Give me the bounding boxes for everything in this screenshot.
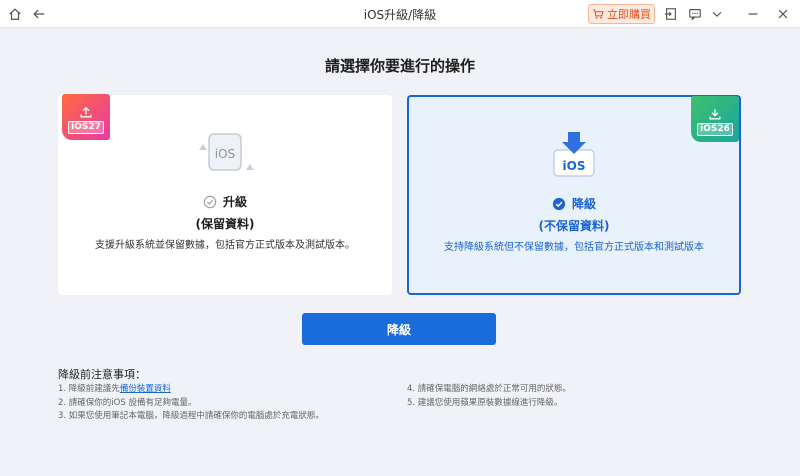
note-item: 1. 降級前建議先備份裝置資料	[58, 383, 324, 397]
back-arrow-icon[interactable]	[30, 5, 48, 23]
ios27-badge: iOS27	[62, 94, 110, 140]
window-title: iOS升級/降級	[363, 8, 437, 22]
notes-right-list: 4. 請確保電腦的網絡處於正常可用的狀態。 5. 建議您使用蘋果原裝數據線進行降…	[407, 383, 571, 410]
notes-left-list: 1. 降級前建議先備份裝置資料 2. 請確保你的iOS 設備有足夠電量。 3. …	[58, 383, 324, 424]
login-icon[interactable]	[662, 5, 680, 23]
note-item: 3. 如果您使用筆記本電腦，降級過程中請確保你的電腦處於充電狀態。	[58, 411, 324, 421]
cart-icon	[593, 9, 604, 19]
downgrade-title: 降級	[409, 195, 739, 212]
ios-upgrade-icon: iOS	[193, 128, 257, 178]
note-item: 5. 建議您使用蘋果原裝數據線進行降級。	[407, 397, 563, 408]
svg-text:iOS: iOS	[563, 159, 586, 173]
download-icon	[709, 109, 721, 120]
close-icon[interactable]	[774, 5, 792, 23]
downgrade-button[interactable]: 降級	[302, 313, 496, 345]
upgrade-description: 支援升級系統並保留數據，包括官方正式版本及測試版本。	[95, 240, 355, 251]
svg-text:iOS: iOS	[215, 147, 235, 161]
title-bar: iOS升級/降級 立即購買	[0, 0, 800, 28]
note-item: 2. 請確保你的iOS 設備有足夠電量。	[58, 397, 197, 408]
home-icon[interactable]	[6, 5, 24, 23]
buy-now-button[interactable]: 立即購買	[588, 4, 655, 24]
note-text: 1. 降級前建議先	[58, 384, 120, 394]
upgrade-title: 升級	[58, 193, 392, 210]
chevron-down-icon[interactable]	[708, 5, 726, 23]
unchecked-circle-icon	[203, 195, 217, 208]
notes-title: 降級前注意事項：	[58, 368, 146, 381]
minimize-icon[interactable]	[744, 5, 762, 23]
page-title: 請選擇你要進行的操作	[324, 57, 475, 75]
downgrade-option-card[interactable]: iOS26 iOS 降級 (不保留資料) 支持降級系統但不保留數據，包括官方正式…	[407, 95, 741, 295]
buy-now-label: 立即購買	[607, 8, 651, 21]
downgrade-description: 支持降級系統但不保留數據，包括官方正式版本和測試版本	[444, 242, 704, 253]
upgrade-option-card[interactable]: iOS27 iOS 升級 (保留資料) 支援升級系統並保留數據，包括官方正式版本…	[58, 94, 392, 295]
ios-downgrade-icon: iOS	[542, 130, 606, 180]
downgrade-title-text: 降級	[571, 197, 596, 211]
ios26-badge-label: iOS26	[697, 123, 733, 136]
downgrade-subtitle: (不保留資料)	[538, 219, 610, 233]
upgrade-title-text: 升級	[222, 195, 247, 209]
ios27-badge-label: iOS27	[68, 121, 104, 134]
backup-device-link[interactable]: 備份裝置資料	[120, 384, 171, 394]
ios26-badge: iOS26	[691, 96, 739, 142]
checked-circle-icon	[552, 197, 566, 210]
upload-icon	[80, 106, 92, 118]
message-icon[interactable]	[686, 5, 704, 23]
note-item: 4. 請確保電腦的網絡處於正常可用的狀態。	[407, 384, 571, 394]
upgrade-subtitle: (保留資料)	[195, 217, 255, 231]
